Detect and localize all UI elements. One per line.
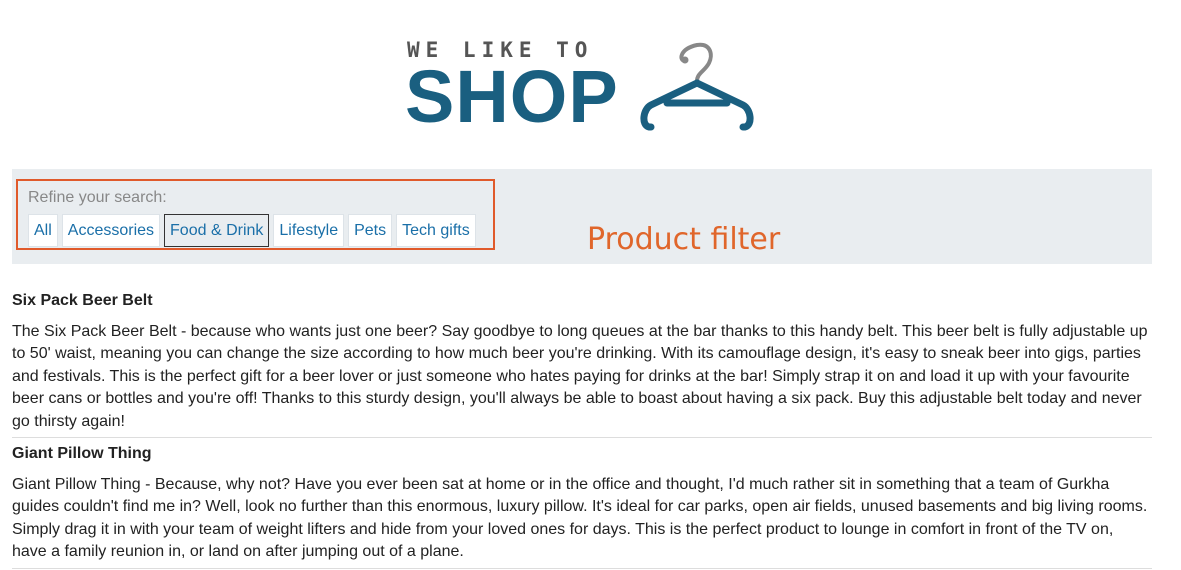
product-item: Giant Pillow Thing Giant Pillow Thing - … [12, 443, 1152, 569]
site-logo[interactable]: WE LIKE TO SHOP [405, 38, 765, 138]
filter-bar: Refine your search: All Accessories Food… [12, 169, 1152, 264]
filter-food-drink-button[interactable]: Food & Drink [164, 214, 270, 247]
filter-box: Refine your search: All Accessories Food… [16, 179, 495, 250]
filter-label: Refine your search: [28, 189, 167, 206]
filter-all-button[interactable]: All [28, 214, 58, 247]
product-description: Giant Pillow Thing - Because, why not? H… [12, 476, 1148, 561]
product-filter-annotation: Product filter [587, 222, 781, 257]
filter-pets-button[interactable]: Pets [348, 214, 393, 247]
filter-accessories-button[interactable]: Accessories [61, 214, 161, 247]
filter-tech-gifts-button[interactable]: Tech gifts [396, 214, 476, 247]
product-description: The Six Pack Beer Belt - because who wan… [12, 323, 1148, 430]
product-item: Six Pack Beer Belt The Six Pack Beer Bel… [12, 290, 1152, 439]
product-title: Six Pack Beer Belt [12, 292, 153, 309]
logo-brand: SHOP [405, 55, 619, 138]
filter-buttons: All Accessories Food & Drink Lifestyle P… [28, 214, 476, 247]
filter-lifestyle-button[interactable]: Lifestyle [273, 214, 345, 247]
product-list: Six Pack Beer Belt The Six Pack Beer Bel… [12, 290, 1152, 569]
product-title: Giant Pillow Thing [12, 445, 152, 463]
hanger-icon [640, 42, 754, 131]
